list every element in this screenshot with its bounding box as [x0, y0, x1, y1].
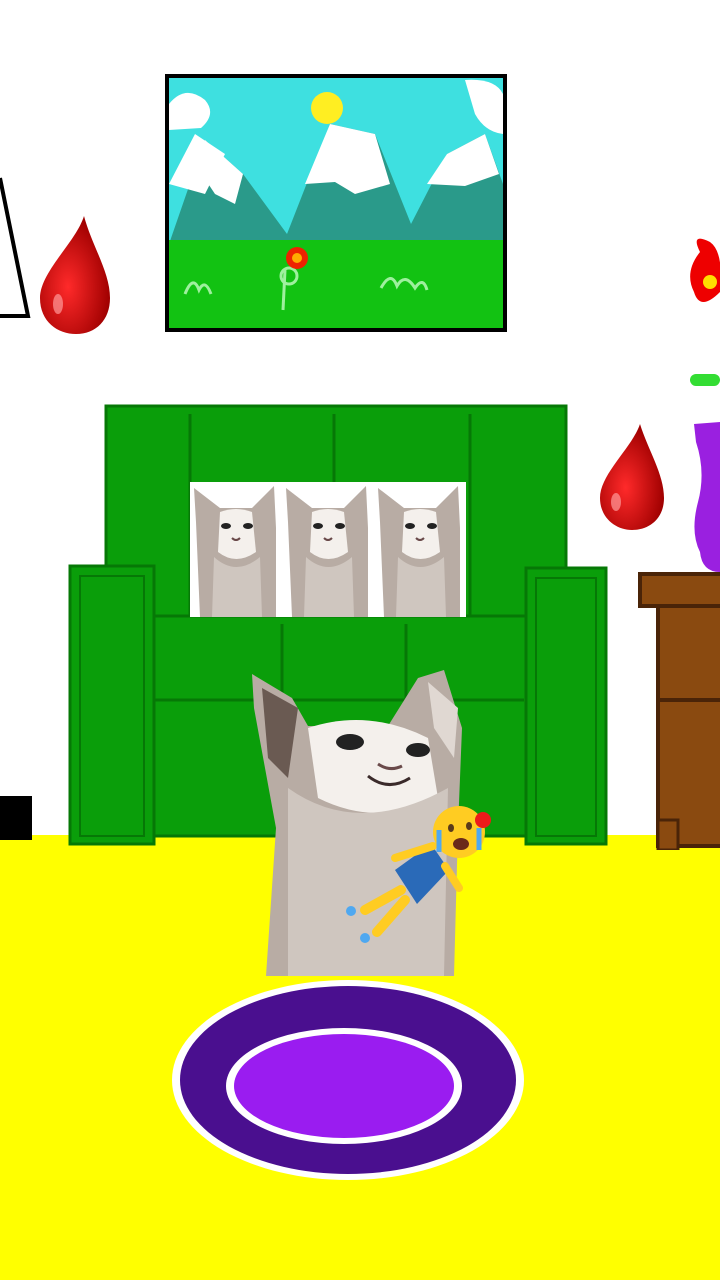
- purple-pet-bed[interactable]: [168, 975, 528, 1185]
- partial-picture-frame: [0, 177, 31, 318]
- pop-cat-small: [282, 482, 374, 617]
- flower-icon: [690, 238, 720, 302]
- wooden-cabinet: [638, 572, 720, 850]
- pop-cat-small: [190, 482, 282, 617]
- black-block: [0, 796, 32, 840]
- crying-face-emoji-icon: [346, 806, 491, 943]
- blood-drop-icon: [40, 216, 110, 334]
- flower-vase: [690, 238, 720, 572]
- landscape-painting: [165, 74, 507, 332]
- pop-cat-small: [374, 482, 466, 617]
